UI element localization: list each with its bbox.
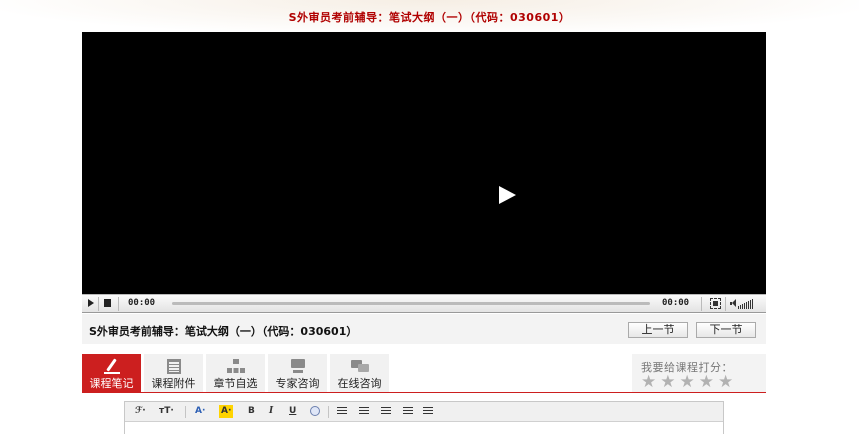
tab-chapter-select[interactable]: 章节自选: [206, 354, 265, 392]
divider: [98, 297, 99, 311]
tab-label: 专家咨询: [275, 377, 320, 390]
star-icon[interactable]: ★: [641, 374, 656, 391]
tree-icon: [227, 359, 245, 374]
font-size-button[interactable]: ᴛT·: [159, 405, 174, 418]
lesson-title: S外审员考前辅导：笔试大纲（一）（代码：030601）: [89, 325, 358, 338]
expert-icon: [289, 359, 307, 374]
total-time: 00:00: [662, 298, 690, 308]
align-center-icon[interactable]: [359, 407, 369, 416]
align-left-icon[interactable]: [337, 407, 347, 416]
rating-stars: ★ ★ ★ ★ ★: [641, 374, 733, 391]
bold-button[interactable]: B: [248, 405, 255, 418]
prev-lesson-button[interactable]: 上一节: [628, 322, 688, 338]
next-lesson-button[interactable]: 下一节: [696, 322, 756, 338]
book-icon: [167, 359, 181, 374]
course-rating: 我要给课程打分： ★ ★ ★ ★ ★: [632, 354, 766, 392]
play-button-icon[interactable]: [88, 299, 94, 307]
font-color-button[interactable]: A·: [195, 405, 205, 418]
player-controls: 00:00 00:00: [82, 294, 766, 313]
play-icon[interactable]: [499, 186, 516, 204]
tab-label: 在线咨询: [337, 377, 382, 390]
fullscreen-icon[interactable]: [710, 298, 721, 309]
tab-expert-consult[interactable]: 专家咨询: [268, 354, 327, 392]
unordered-list-icon[interactable]: [423, 407, 433, 416]
star-icon[interactable]: ★: [699, 374, 714, 391]
clear-format-icon[interactable]: [310, 406, 320, 416]
divider: [701, 297, 702, 311]
tab-divider: [82, 392, 766, 393]
pen-icon: [103, 359, 121, 374]
notes-editor[interactable]: ℱ· ᴛT· A· A· B I U: [124, 401, 724, 434]
tab-course-attachments[interactable]: 课程附件: [144, 354, 203, 392]
volume-icon[interactable]: [730, 299, 736, 308]
tab-label: 课程笔记: [89, 377, 134, 390]
divider: [185, 406, 186, 418]
ordered-list-icon[interactable]: [403, 407, 413, 416]
tab-course-notes[interactable]: 课程笔记: [82, 354, 141, 392]
lesson-info-bar: S外审员考前辅导：笔试大纲（一）（代码：030601） 上一节 下一节: [82, 314, 766, 344]
divider: [328, 406, 329, 418]
tab-label: 章节自选: [213, 377, 258, 390]
progress-bar[interactable]: [172, 302, 650, 305]
star-icon[interactable]: ★: [680, 374, 695, 391]
editor-toolbar: ℱ· ᴛT· A· A· B I U: [125, 402, 723, 422]
star-icon[interactable]: ★: [660, 374, 675, 391]
tab-online-consult[interactable]: 在线咨询: [330, 354, 389, 392]
align-right-icon[interactable]: [381, 407, 391, 416]
video-player[interactable]: [82, 32, 766, 313]
divider: [118, 297, 119, 311]
current-time: 00:00: [128, 298, 156, 308]
divider: [725, 297, 726, 311]
italic-button[interactable]: I: [269, 405, 273, 418]
font-family-button[interactable]: ℱ·: [135, 405, 146, 418]
tab-label: 课程附件: [151, 377, 196, 390]
tab-bar: 课程笔记 课程附件 章节自选 专家咨询 在线咨询: [82, 354, 389, 392]
volume-slider[interactable]: [738, 298, 753, 309]
stop-icon[interactable]: [104, 299, 111, 307]
star-icon[interactable]: ★: [718, 374, 733, 391]
underline-button[interactable]: U: [289, 405, 296, 418]
highlight-button[interactable]: A·: [219, 405, 234, 418]
chat-icon: [351, 359, 369, 374]
page-title: S外审员考前辅导：笔试大纲（一）（代码：030601）: [288, 11, 571, 24]
